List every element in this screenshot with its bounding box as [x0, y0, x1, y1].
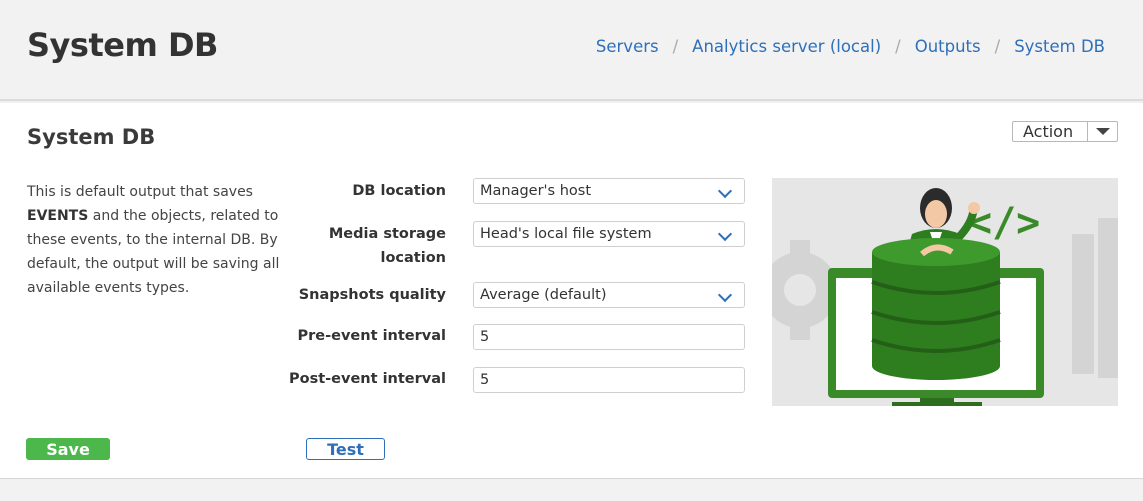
- media-storage-row: Media storage location Head's local file…: [290, 221, 746, 269]
- chevron-down-icon: [717, 287, 733, 303]
- description-bold: EVENTS: [27, 208, 89, 224]
- db-location-select[interactable]: Manager's host: [473, 178, 745, 204]
- post-event-value: 5: [480, 372, 490, 388]
- media-storage-value: Head's local file system: [480, 226, 652, 242]
- snapshots-quality-value: Average (default): [480, 287, 607, 303]
- media-storage-label-line2: location: [380, 250, 447, 266]
- breadcrumb-outputs[interactable]: Outputs: [915, 37, 981, 56]
- database-person-illustration-icon: </>: [772, 188, 1118, 406]
- output-card: System DB Action This is default output …: [0, 103, 1143, 479]
- breadcrumb-separator: /: [672, 37, 679, 56]
- breadcrumb-separator: /: [994, 37, 1001, 56]
- snapshots-quality-label: Snapshots quality: [298, 287, 446, 303]
- action-label: Action: [1023, 122, 1074, 141]
- media-storage-select[interactable]: Head's local file system: [473, 221, 745, 247]
- breadcrumb: Servers / Analytics server (local) / Out…: [596, 37, 1105, 56]
- page-title: System DB: [27, 26, 218, 64]
- snapshots-quality-select[interactable]: Average (default): [473, 282, 745, 308]
- database-illustration: </>: [772, 178, 1118, 406]
- media-storage-label: Media storage location: [286, 222, 446, 270]
- db-location-label: DB location: [352, 183, 446, 199]
- db-location-row: DB location Manager's host: [290, 178, 746, 206]
- save-button[interactable]: Save: [26, 438, 110, 460]
- snapshots-quality-row: Snapshots quality Average (default): [290, 282, 746, 310]
- footer-strip: [0, 480, 1143, 501]
- post-event-label: Post-event interval: [288, 371, 446, 387]
- pre-event-value: 5: [480, 329, 490, 345]
- post-event-row: Post-event interval 5: [289, 367, 746, 395]
- chevron-down-icon: [717, 183, 733, 199]
- breadcrumb-system-db[interactable]: System DB: [1014, 37, 1105, 56]
- pre-event-label: Pre-event interval: [297, 328, 446, 344]
- card-title: System DB: [27, 125, 156, 149]
- breadcrumb-analytics-server[interactable]: Analytics server (local): [692, 37, 881, 56]
- pre-event-input[interactable]: 5: [473, 324, 745, 350]
- action-dropdown-button[interactable]: Action: [1012, 121, 1118, 142]
- pre-event-row: Pre-event interval 5: [290, 324, 746, 352]
- action-caret[interactable]: [1087, 122, 1117, 141]
- caret-down-icon: [1095, 128, 1110, 135]
- description-text: This is default output that saves: [27, 184, 253, 200]
- breadcrumb-separator: /: [895, 37, 901, 56]
- page-header: System DB Servers / Analytics server (lo…: [0, 0, 1143, 101]
- breadcrumb-servers[interactable]: Servers: [596, 37, 659, 56]
- chevron-down-icon: [717, 226, 733, 242]
- post-event-input[interactable]: 5: [473, 367, 745, 393]
- output-description: This is default output that saves EVENTS…: [27, 180, 282, 300]
- media-storage-label-line1: Media storage: [328, 226, 446, 242]
- db-location-value: Manager's host: [480, 183, 592, 199]
- test-button[interactable]: Test: [306, 438, 385, 460]
